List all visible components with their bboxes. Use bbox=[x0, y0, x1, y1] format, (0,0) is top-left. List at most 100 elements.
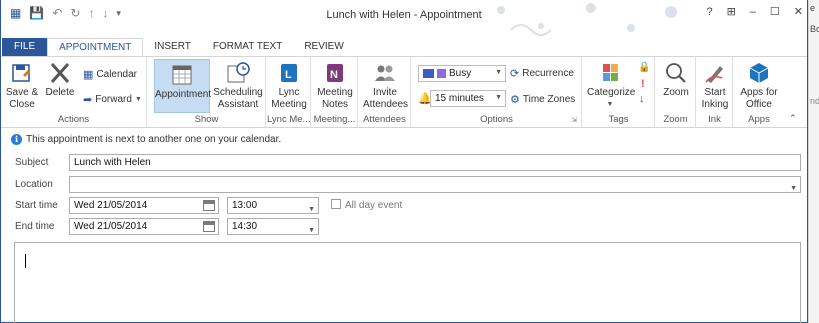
scheduling-assistant-icon bbox=[227, 62, 250, 83]
window-controls: ? ⊞ – ☐ ✕ bbox=[706, 5, 803, 19]
high-importance-icon[interactable]: ! bbox=[641, 78, 645, 90]
dialog-launcher-icon[interactable]: ⇲ bbox=[571, 116, 577, 124]
start-time-input[interactable]: 13:00 ▼ bbox=[227, 197, 319, 214]
help-button[interactable]: ? bbox=[706, 6, 712, 18]
svg-text:L: L bbox=[285, 69, 292, 81]
lync-icon: L bbox=[281, 64, 297, 82]
reminder-dropdown[interactable]: 15 minutes ▼ bbox=[430, 90, 506, 107]
apps-for-office-button[interactable]: Apps for Office bbox=[737, 61, 781, 111]
all-day-checkbox[interactable] bbox=[331, 199, 341, 209]
minimize-button[interactable]: – bbox=[750, 6, 756, 18]
start-inking-button[interactable]: Start Inking bbox=[699, 61, 731, 111]
delete-label: Delete bbox=[45, 87, 75, 98]
calendar-icon: ▦ bbox=[83, 69, 94, 81]
lync-meeting-button[interactable]: L Lync Meeting bbox=[270, 61, 308, 111]
categorize-label: Categorize bbox=[587, 87, 636, 98]
end-date-input[interactable]: Wed 21/05/2014 bbox=[69, 218, 219, 235]
group-tags: Categorize ▼ 🔒 ! ↓ Tags bbox=[583, 57, 655, 127]
ribbon-tabs: FILE APPOINTMENT INSERT FORMAT TEXT REVI… bbox=[1, 38, 807, 57]
title-bar: ▦ 💾 ↶ ↻ ↑ ↓ ▾ Lunch with Helen - Appoint… bbox=[1, 0, 807, 38]
start-date-value: Wed 21/05/2014 bbox=[74, 200, 148, 211]
group-options: Busy ▼ ⟳ Recurrence 🔔 15 minutes ▼ ⚙ Tim… bbox=[412, 57, 582, 127]
invite-attendees-label: Invite Attendees bbox=[363, 87, 409, 110]
group-label-attendees: Attendees bbox=[363, 114, 406, 125]
forward-button[interactable]: ➦ Forward ▼ bbox=[83, 93, 142, 106]
chevron-down-icon: ▼ bbox=[495, 69, 502, 76]
maximize-button[interactable]: ☐ bbox=[770, 5, 780, 18]
appointment-icon bbox=[172, 65, 192, 85]
calendar-button[interactable]: ▦ Calendar bbox=[83, 68, 137, 81]
tab-file[interactable]: FILE bbox=[2, 38, 48, 56]
tab-format-text[interactable]: FORMAT TEXT bbox=[202, 38, 293, 56]
tab-review[interactable]: REVIEW bbox=[293, 38, 354, 56]
private-lock-icon[interactable]: 🔒 bbox=[638, 62, 650, 73]
apps-cube-icon bbox=[749, 63, 769, 83]
location-input[interactable]: ▼ bbox=[69, 176, 801, 193]
show-as-value: Busy bbox=[449, 68, 472, 79]
meeting-notes-label: Meeting Notes bbox=[317, 87, 353, 110]
group-label-actions: Actions bbox=[57, 114, 90, 125]
group-label-show: Show bbox=[194, 114, 219, 125]
delete-button[interactable]: Delete bbox=[43, 61, 77, 99]
group-label-options: Options bbox=[480, 114, 513, 125]
start-inking-label: Start Inking bbox=[701, 87, 729, 110]
appointment-window: ▦ 💾 ↶ ↻ ↑ ↓ ▾ Lunch with Helen - Appoint… bbox=[0, 0, 808, 323]
time-zones-button[interactable]: ⚙ Time Zones bbox=[510, 93, 575, 106]
collapse-ribbon-icon[interactable]: ⌃ bbox=[789, 113, 797, 124]
tab-insert[interactable]: INSERT bbox=[143, 38, 202, 56]
tab-appointment[interactable]: APPOINTMENT bbox=[47, 38, 144, 57]
group-label-ink: Ink bbox=[708, 114, 721, 125]
low-importance-icon[interactable]: ↓ bbox=[639, 93, 645, 105]
categorize-button[interactable]: Categorize ▼ bbox=[587, 61, 636, 111]
background-text: e bbox=[810, 3, 816, 13]
calendar-picker-icon[interactable] bbox=[203, 200, 215, 211]
onenote-icon: N bbox=[327, 64, 343, 82]
magnifier-icon bbox=[666, 63, 686, 83]
appointment-view-button[interactable]: Appointment bbox=[154, 59, 211, 113]
group-label-zoom: Zoom bbox=[663, 114, 688, 125]
group-label-apps: Apps bbox=[748, 114, 770, 125]
time-zones-label: Time Zones bbox=[522, 94, 576, 105]
group-label-meeting-notes: Meeting... bbox=[313, 114, 356, 125]
location-label: Location bbox=[15, 179, 53, 190]
lync-meeting-label: Lync Meeting bbox=[271, 87, 307, 110]
calendar-picker-icon[interactable] bbox=[203, 221, 215, 232]
meeting-notes-button[interactable]: N Meeting Notes bbox=[315, 61, 355, 111]
group-label-lync: Lync Me... bbox=[267, 114, 310, 125]
window-title: Lunch with Helen - Appointment bbox=[326, 9, 482, 21]
group-zoom: Zoom Zoom bbox=[656, 57, 696, 127]
zoom-button[interactable]: Zoom bbox=[659, 61, 693, 99]
group-actions: Save & Close Delete ▦ Calendar ➦ Forward… bbox=[1, 57, 147, 127]
chevron-down-icon: ▼ bbox=[495, 94, 502, 101]
forward-label: Forward bbox=[95, 94, 132, 105]
end-date-value: Wed 21/05/2014 bbox=[74, 221, 148, 232]
invite-attendees-button[interactable]: Invite Attendees bbox=[363, 61, 409, 111]
forward-icon: ➦ bbox=[83, 94, 93, 106]
start-date-input[interactable]: Wed 21/05/2014 bbox=[69, 197, 219, 214]
ribbon-display-options-button[interactable]: ⊞ bbox=[727, 5, 736, 18]
info-icon: i bbox=[11, 133, 22, 145]
group-apps: Apps for Office Apps bbox=[734, 57, 784, 127]
subject-input[interactable]: Lunch with Helen bbox=[69, 154, 801, 171]
group-meeting-notes: N Meeting Notes Meeting... bbox=[312, 57, 358, 127]
appointment-body-editor[interactable] bbox=[14, 242, 801, 323]
chevron-down-icon: ▼ bbox=[308, 206, 315, 213]
close-button[interactable]: ✕ bbox=[794, 5, 803, 18]
scheduling-assistant-button[interactable]: Scheduling Assistant bbox=[212, 61, 264, 111]
show-as-dropdown[interactable]: Busy ▼ bbox=[418, 65, 506, 82]
end-time-input[interactable]: 14:30 ▼ bbox=[227, 218, 319, 235]
chevron-down-icon: ▼ bbox=[308, 227, 315, 234]
show-as-icon bbox=[423, 69, 434, 78]
group-attendees: Invite Attendees Attendees bbox=[359, 57, 411, 127]
ribbon: Save & Close Delete ▦ Calendar ➦ Forward… bbox=[1, 56, 807, 128]
globe-icon: ⚙ bbox=[510, 94, 520, 106]
svg-text:N: N bbox=[330, 69, 338, 81]
pen-icon bbox=[705, 66, 723, 83]
background-text: nda bbox=[810, 96, 819, 106]
recurrence-button[interactable]: ⟳ Recurrence bbox=[510, 67, 574, 80]
calendar-label: Calendar bbox=[96, 69, 137, 80]
save-close-button[interactable]: Save & Close bbox=[5, 61, 39, 111]
save-close-icon bbox=[12, 64, 30, 82]
zoom-label: Zoom bbox=[663, 87, 689, 98]
all-day-label: All day event bbox=[345, 200, 403, 211]
